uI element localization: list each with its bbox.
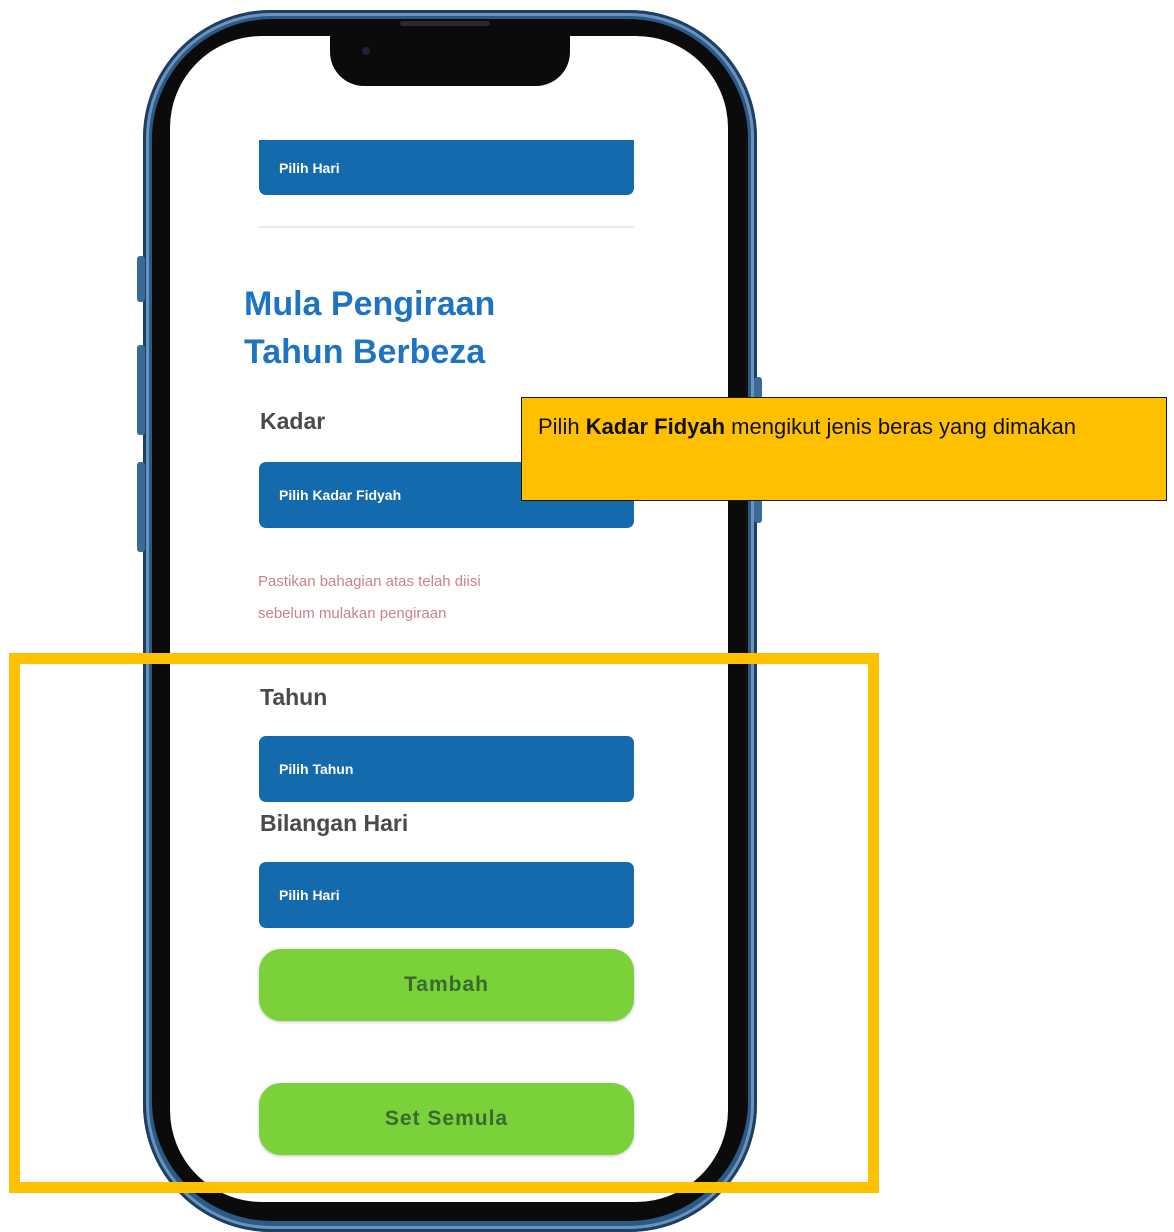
kadar-fidyah-select-label: Pilih Kadar Fidyah	[279, 487, 402, 503]
section-title-line1: Mula Pengiraan	[244, 285, 496, 323]
callout-text-before: Pilih	[538, 414, 586, 439]
instruction-callout: Pilih Kadar Fidyah mengikut jenis beras …	[521, 397, 1167, 501]
day-select-top-label: Pilih Hari	[279, 159, 340, 176]
warning-line2: sebelum mulakan pengiraan	[258, 605, 447, 622]
side-button-volume-down	[137, 462, 145, 552]
kadar-label: Kadar	[260, 408, 326, 434]
section-title: Mula Pengiraan Tahun Berbeza	[244, 280, 664, 376]
warning-line1: Pastikan bahagian atas telah diisi	[258, 573, 481, 590]
day-select-top[interactable]: Pilih Hari	[259, 140, 634, 195]
side-button-silent	[137, 256, 145, 302]
section-title-line2: Tahun Berbeza	[244, 333, 486, 371]
side-button-volume-up	[137, 345, 145, 435]
warning-message: Pastikan bahagian atas telah diisi sebel…	[258, 566, 638, 630]
callout-text-after: mengikut jenis beras yang dimakan	[725, 414, 1077, 439]
highlight-frame	[9, 653, 879, 1193]
phone-notch	[330, 30, 570, 86]
section-divider	[258, 226, 634, 228]
speaker-grille	[400, 21, 490, 26]
front-camera	[362, 47, 370, 55]
callout-text-bold: Kadar Fidyah	[585, 414, 726, 439]
